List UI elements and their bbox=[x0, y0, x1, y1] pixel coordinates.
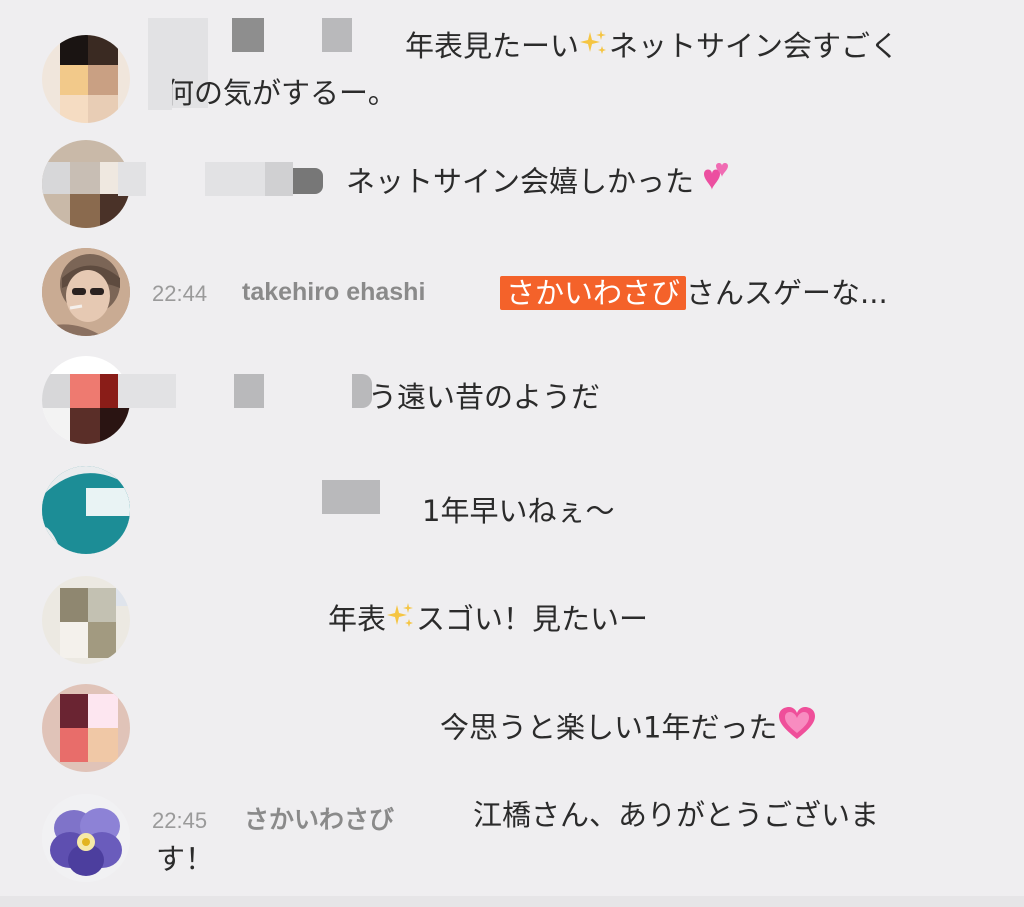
comment-row: 年表 スゴい！見たいー bbox=[0, 576, 1024, 676]
user-avatar[interactable] bbox=[42, 466, 130, 554]
comment-text: 1年早いねぇ～ bbox=[422, 494, 615, 528]
comment-text: 江橋さん、ありがとうございま bbox=[473, 798, 880, 832]
comment-text-line2: 何の気がするー。 bbox=[165, 76, 397, 110]
comment-text-line2: す！ bbox=[156, 842, 215, 876]
blurred-username bbox=[293, 168, 323, 194]
user-avatar[interactable] bbox=[42, 140, 130, 228]
comment-text: う遠い昔のようだ bbox=[368, 380, 601, 414]
pink-heart-icon bbox=[777, 706, 817, 753]
comment-text: ネットサイン会嬉しかった bbox=[346, 160, 734, 207]
user-avatar[interactable] bbox=[42, 35, 130, 123]
user-avatar[interactable] bbox=[42, 248, 130, 336]
user-avatar[interactable] bbox=[42, 794, 130, 882]
comment-row: 22:44 takehiro ehashi さかいわさび さんスゲーな... bbox=[0, 248, 1024, 348]
username[interactable]: さかいわさび bbox=[244, 800, 394, 836]
comment-text: 年表 スゴい！見たいー bbox=[328, 598, 648, 642]
mention-tag[interactable]: さかいわさび bbox=[500, 276, 687, 310]
two-hearts-icon bbox=[694, 160, 734, 207]
sparkles-icon bbox=[579, 27, 609, 69]
comment-text: 年表見たーい ネットサイン会すごく bbox=[405, 25, 899, 69]
comment-row: 1年早いねぇ～ bbox=[0, 466, 1024, 566]
comment-row: ネットサイン会嬉しかった bbox=[0, 140, 1024, 240]
blurred-name-block bbox=[234, 374, 264, 408]
timestamp: 22:45 bbox=[152, 808, 208, 833]
sparkles-icon bbox=[386, 600, 416, 642]
blur-overlay bbox=[118, 162, 146, 196]
comment-text: さかいわさび さんスゲーな... bbox=[500, 272, 888, 314]
divider bbox=[0, 896, 1024, 907]
blurred-username bbox=[265, 162, 293, 196]
comment-row: う遠い昔のようだ bbox=[0, 356, 1024, 456]
blurred-username bbox=[205, 162, 265, 196]
blur-overlay bbox=[148, 70, 172, 110]
comment-list[interactable]: 年表見たーいネットサイン会すごく 何の気がするー。 ネットサイン会嬉しかった bbox=[0, 0, 1024, 907]
user-avatar[interactable] bbox=[42, 576, 130, 664]
user-avatar[interactable] bbox=[42, 356, 130, 444]
timestamp: 22:44 bbox=[152, 281, 208, 306]
blurred-username bbox=[118, 374, 176, 408]
comment-text: 今思うと楽しい1年だった bbox=[440, 706, 817, 753]
blurred-username bbox=[322, 480, 380, 514]
blurred-name-block bbox=[322, 18, 352, 52]
comment-row: 今思うと楽しい1年だった bbox=[0, 684, 1024, 784]
comment-row: 年表見たーい ネットサイン会すごく 何の気がするー。 bbox=[0, 10, 1024, 130]
blurred-name-block bbox=[232, 18, 264, 52]
user-avatar[interactable] bbox=[42, 684, 130, 772]
comment-row: 22:45 さかいわさび 江橋さん、ありがとうございま す！ bbox=[0, 794, 1024, 894]
username[interactable]: takehiro ehashi bbox=[242, 278, 425, 307]
